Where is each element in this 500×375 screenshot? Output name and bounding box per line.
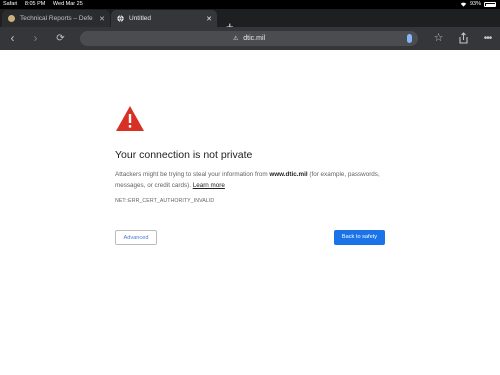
tab-title: Technical Reports – Defe bbox=[20, 15, 93, 22]
learn-more-link[interactable]: Learn more bbox=[193, 182, 225, 189]
warning-description: Attackers might be trying to steal your … bbox=[115, 170, 380, 191]
bookmark-star-icon[interactable]: ☆ bbox=[430, 30, 447, 47]
advanced-button[interactable]: Advanced bbox=[115, 230, 157, 245]
battery-icon bbox=[484, 2, 496, 7]
reload-icon[interactable]: ⟳ bbox=[52, 30, 69, 47]
site-favicon-icon bbox=[8, 15, 15, 22]
not-secure-icon[interactable]: ⚠ bbox=[233, 32, 238, 47]
address-bar[interactable]: ⚠ dtic.mil bbox=[80, 31, 418, 46]
desc-text-1: Attackers might be trying to steal your … bbox=[115, 171, 270, 178]
mic-icon[interactable] bbox=[407, 34, 412, 43]
close-tab-icon[interactable]: ✕ bbox=[97, 15, 107, 23]
tab-untitled[interactable]: Untitled ✕ bbox=[111, 10, 217, 27]
tab-strip: Technical Reports – Defe ✕ Untitled ✕ + bbox=[0, 9, 500, 34]
wifi-icon bbox=[460, 2, 467, 7]
tab-technical-reports[interactable]: Technical Reports – Defe ✕ bbox=[2, 10, 110, 27]
forward-arrow-icon[interactable]: › bbox=[27, 30, 44, 47]
status-left: Safari 8:05 PM Wed Mar 25 bbox=[3, 0, 89, 9]
back-arrow-icon[interactable]: ‹ bbox=[4, 30, 21, 47]
share-icon[interactable] bbox=[455, 30, 472, 47]
interstitial-page: Your connection is not private Attackers… bbox=[0, 50, 500, 375]
close-tab-icon[interactable]: ✕ bbox=[204, 15, 214, 23]
url-text: dtic.mil bbox=[243, 35, 266, 42]
more-menu-icon[interactable]: ••• bbox=[479, 30, 496, 47]
status-date: Wed Mar 25 bbox=[52, 1, 83, 7]
browser-toolbar: ‹ › ⟳ ⚠ dtic.mil ☆ ••• bbox=[0, 27, 500, 50]
back-to-safety-button[interactable]: Back to safety bbox=[334, 230, 385, 245]
warning-icon bbox=[116, 106, 144, 131]
battery-percent: 93% bbox=[469, 1, 481, 7]
status-bar: Safari 8:05 PM Wed Mar 25 93% bbox=[0, 0, 500, 9]
tab-title: Untitled bbox=[129, 15, 152, 22]
globe-icon bbox=[117, 15, 124, 22]
back-to-app-label[interactable]: Safari bbox=[3, 1, 17, 7]
desc-domain: www.dtic.mil bbox=[269, 171, 308, 178]
status-time: 8:05 PM bbox=[24, 1, 46, 7]
page-title: Your connection is not private bbox=[115, 149, 253, 161]
status-right: 93% bbox=[460, 0, 496, 9]
error-code[interactable]: NET::ERR_CERT_AUTHORITY_INVALID bbox=[115, 198, 214, 204]
